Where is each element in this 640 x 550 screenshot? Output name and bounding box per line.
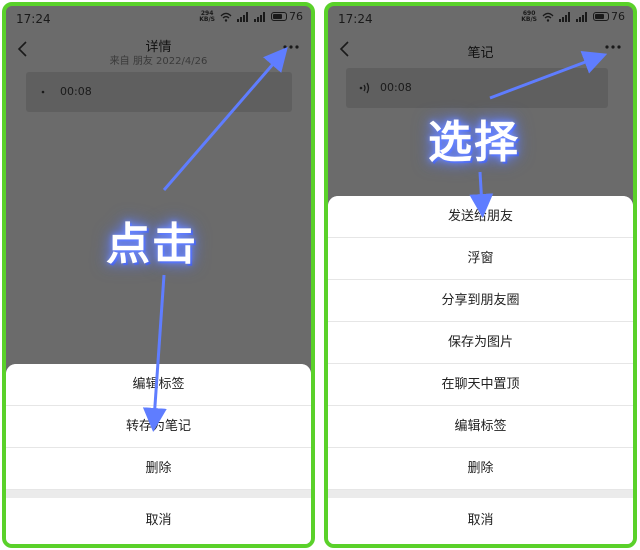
menu-item-delete[interactable]: 删除 <box>6 448 311 490</box>
signal-icon <box>576 11 587 22</box>
status-time: 17:24 <box>16 12 51 26</box>
menu-item-save-as-note[interactable]: 转存为笔记 <box>6 406 311 448</box>
nav-bar: 详情 来自 朋友 2022/4/26 <box>6 32 311 76</box>
cancel-button[interactable]: 取消 <box>328 498 633 544</box>
menu-item-floating-window[interactable]: 浮窗 <box>328 238 633 280</box>
right-phone-screen: 17:24 690 KB/S 76 笔记 00:08 发送给朋友 浮窗 分享到朋… <box>324 2 637 548</box>
action-sheet: 编辑标签 转存为笔记 删除 取消 <box>6 364 311 544</box>
status-bar: 17:24 690 KB/S 76 <box>328 6 633 32</box>
menu-item-share-moments[interactable]: 分享到朋友圈 <box>328 280 633 322</box>
menu-item-save-as-image[interactable]: 保存为图片 <box>328 322 633 364</box>
wifi-icon <box>542 12 554 22</box>
menu-item-edit-tags[interactable]: 编辑标签 <box>328 406 633 448</box>
voice-message-card[interactable]: 00:08 <box>346 68 608 108</box>
menu-item-delete[interactable]: 删除 <box>328 448 633 490</box>
menu-item-send-to-friend[interactable]: 发送给朋友 <box>328 196 633 238</box>
voice-icon <box>359 82 370 94</box>
signal-icon <box>237 11 248 22</box>
network-speed: 690 KB/S <box>521 9 537 23</box>
signal-icon <box>559 11 570 22</box>
voice-icon <box>41 90 45 94</box>
page-subtitle: 来自 朋友 2022/4/26 <box>109 56 208 67</box>
voice-duration: 00:08 <box>60 85 92 98</box>
wifi-icon <box>220 12 232 22</box>
status-time: 17:24 <box>338 12 373 26</box>
network-speed: 294 KB/S <box>199 9 215 23</box>
battery-icon: 76 <box>593 10 625 23</box>
voice-duration: 00:08 <box>380 81 412 94</box>
cancel-button[interactable]: 取消 <box>6 498 311 544</box>
status-bar: 17:24 294 KB/S 76 <box>6 6 311 32</box>
action-sheet: 发送给朋友 浮窗 分享到朋友圈 保存为图片 在聊天中置顶 编辑标签 删除 取消 <box>328 196 633 544</box>
more-icon[interactable] <box>283 44 299 50</box>
page-title: 笔记 <box>467 46 494 61</box>
left-phone-screen: 17:24 294 KB/S 76 详情 来自 朋友 2022/4/26 00:… <box>2 2 315 548</box>
menu-item-pin-in-chat[interactable]: 在聊天中置顶 <box>328 364 633 406</box>
voice-message-card[interactable]: 00:08 <box>26 72 292 112</box>
overlay-text-select: 选择 <box>428 117 520 168</box>
menu-item-edit-tags[interactable]: 编辑标签 <box>6 364 311 406</box>
more-icon[interactable] <box>605 44 621 50</box>
signal-icon <box>254 11 265 22</box>
battery-icon: 76 <box>271 10 303 23</box>
overlay-text-click: 点击 <box>106 219 198 270</box>
